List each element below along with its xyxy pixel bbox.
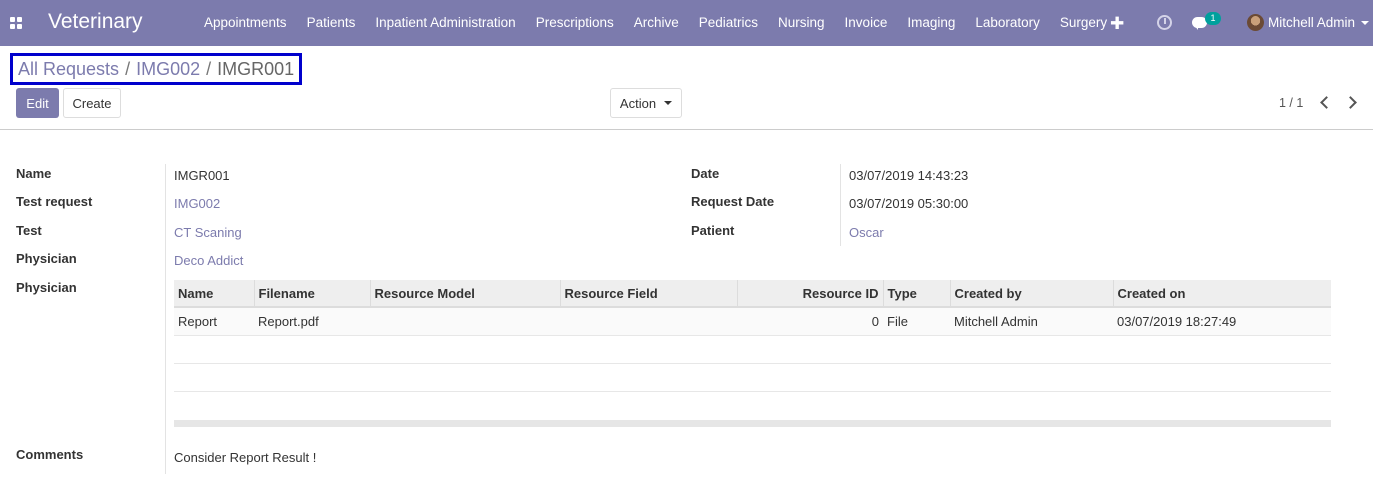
apps-icon[interactable] bbox=[10, 17, 22, 29]
user-menu[interactable]: Mitchell Admin bbox=[1268, 15, 1355, 30]
caret-down-icon bbox=[664, 101, 673, 105]
menu-patients[interactable]: Patients bbox=[297, 0, 366, 46]
cell-resource-field bbox=[560, 307, 737, 336]
name-label: Name bbox=[16, 166, 52, 181]
menu-inpatient-administration[interactable]: Inpatient Administration bbox=[365, 0, 525, 46]
table-footer bbox=[174, 420, 1331, 427]
test-label: Test bbox=[16, 223, 42, 238]
physician-label: Physician bbox=[16, 251, 77, 266]
menu-surgery[interactable]: Surgery bbox=[1050, 0, 1117, 46]
test-request-label: Test request bbox=[16, 194, 93, 209]
cell-name: Report bbox=[174, 307, 254, 336]
column-header[interactable]: Filename bbox=[253, 280, 370, 308]
test-request-link[interactable]: IMG002 bbox=[174, 196, 220, 211]
breadcrumb-current: IMGR001 bbox=[217, 58, 295, 79]
top-navbar: Veterinary Appointments Patients Inpatie… bbox=[0, 0, 1373, 46]
comments-value: Consider Report Result ! bbox=[174, 450, 317, 465]
menu-nursing[interactable]: Nursing bbox=[768, 0, 835, 46]
menu-appointments[interactable]: Appointments bbox=[194, 0, 297, 46]
app-brand[interactable]: Veterinary bbox=[48, 10, 143, 34]
chevron-right-icon[interactable] bbox=[1346, 95, 1358, 109]
menu-imaging[interactable]: Imaging bbox=[897, 0, 965, 46]
field-divider bbox=[840, 164, 841, 246]
patient-link[interactable]: Oscar bbox=[849, 225, 884, 240]
field-divider bbox=[165, 164, 166, 474]
attachments-table: Name Filename Resource Model Resource Fi… bbox=[174, 280, 1331, 419]
name-value: IMGR001 bbox=[174, 168, 230, 183]
menu-pediatrics[interactable]: Pediatrics bbox=[689, 0, 768, 46]
menu-invoice[interactable]: Invoice bbox=[835, 0, 898, 46]
request-date-value: 03/07/2019 05:30:00 bbox=[849, 196, 969, 211]
edit-button[interactable]: Edit bbox=[16, 88, 59, 118]
action-label: Action bbox=[619, 95, 657, 111]
action-dropdown[interactable]: Action bbox=[610, 88, 682, 118]
create-button[interactable]: Create bbox=[63, 88, 121, 118]
chat-count-badge: 1 bbox=[1205, 12, 1221, 25]
column-header[interactable]: Created on bbox=[1112, 280, 1331, 308]
column-header[interactable]: Resource ID bbox=[736, 280, 883, 308]
menu-archive[interactable]: Archive bbox=[624, 0, 689, 46]
caret-down-icon[interactable] bbox=[1361, 21, 1369, 25]
menu-prescriptions[interactable]: Prescriptions bbox=[526, 0, 624, 46]
chevron-left-icon[interactable] bbox=[1319, 95, 1331, 109]
cell-created-on: 03/07/2019 18:27:49 bbox=[1113, 307, 1331, 336]
empty-row bbox=[174, 363, 1331, 392]
patient-label: Patient bbox=[691, 223, 735, 238]
pager-value[interactable]: 1 / 1 bbox=[1279, 96, 1303, 110]
breadcrumb-all-requests[interactable]: All Requests bbox=[18, 59, 119, 80]
cell-resource-id: 0 bbox=[737, 307, 883, 336]
date-label: Date bbox=[691, 166, 720, 181]
plus-icon[interactable]: ✚ bbox=[1110, 14, 1124, 34]
breadcrumb: All Requests / IMG002 / IMGR001 bbox=[10, 53, 303, 85]
empty-row bbox=[174, 391, 1331, 419]
breadcrumb-separator: / bbox=[206, 58, 212, 79]
column-header[interactable]: Resource Model bbox=[369, 280, 560, 308]
cell-filename: Report.pdf bbox=[254, 307, 370, 336]
physician-attachments-label: Physician bbox=[16, 280, 77, 295]
column-header[interactable]: Name bbox=[174, 280, 254, 308]
breadcrumb-parent[interactable]: IMG002 bbox=[136, 59, 200, 80]
test-link[interactable]: CT Scaning bbox=[174, 225, 242, 240]
column-header[interactable]: Resource Field bbox=[559, 280, 737, 308]
column-header[interactable]: Type bbox=[882, 280, 950, 308]
breadcrumb-separator: / bbox=[125, 58, 131, 79]
request-date-label: Request Date bbox=[691, 194, 775, 209]
cell-created-by: Mitchell Admin bbox=[950, 307, 1113, 336]
cell-resource-model bbox=[370, 307, 560, 336]
column-header[interactable]: Created by bbox=[949, 280, 1113, 308]
table-header-row: Name Filename Resource Model Resource Fi… bbox=[174, 280, 1331, 308]
avatar[interactable] bbox=[1247, 14, 1264, 31]
physician-link[interactable]: Deco Addict bbox=[174, 253, 243, 268]
comments-label: Comments bbox=[16, 447, 84, 462]
menu-laboratory[interactable]: Laboratory bbox=[965, 0, 1050, 46]
table-row[interactable]: Report Report.pdf 0 File Mitchell Admin … bbox=[174, 307, 1331, 336]
control-panel-divider bbox=[0, 129, 1373, 130]
main-menu: Appointments Patients Inpatient Administ… bbox=[194, 0, 1117, 46]
date-value: 03/07/2019 14:43:23 bbox=[849, 168, 969, 183]
empty-row bbox=[174, 335, 1331, 364]
cell-type: File bbox=[883, 307, 950, 336]
clock-icon[interactable] bbox=[1157, 15, 1172, 30]
